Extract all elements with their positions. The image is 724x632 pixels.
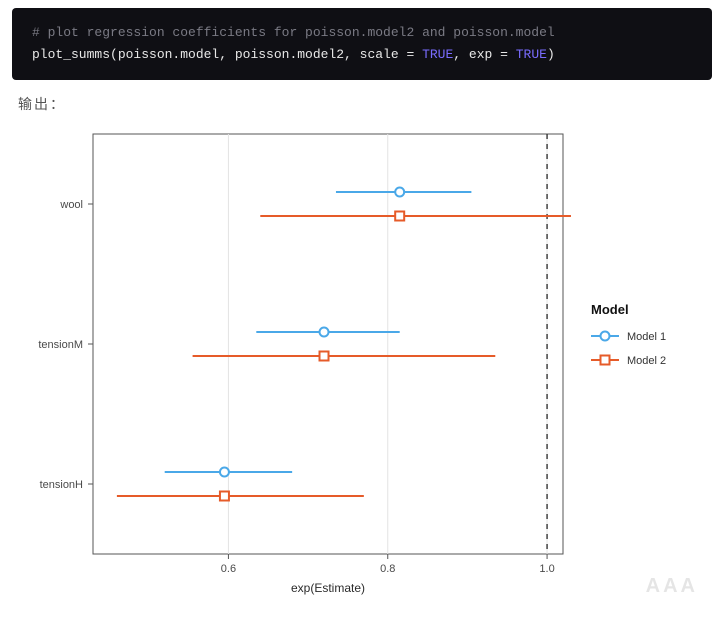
legend-title: Model <box>591 302 629 317</box>
coef-point <box>395 212 404 221</box>
code-block: # plot regression coefficients for poiss… <box>12 8 712 80</box>
code-bool2: TRUE <box>516 47 547 62</box>
coef-plot: 0.6 0.8 1.0 wool tensionM tensionH exp(Estimat… <box>18 122 708 602</box>
legend-label: Model 1 <box>627 331 666 343</box>
chart-container: 0.6 0.8 1.0 wool tensionM tensionH exp(Estimat… <box>18 122 706 602</box>
code-bool1: TRUE <box>422 47 453 62</box>
code-args1: (poisson.model, poisson.model2, scale = <box>110 47 422 62</box>
x-axis-title: exp(Estimate) <box>291 581 365 595</box>
x-tick-label: 0.6 <box>221 563 236 575</box>
y-tick-label: wool <box>59 199 83 211</box>
legend-marker <box>601 356 610 365</box>
code-args2: , exp = <box>453 47 515 62</box>
code-fn: plot_summs <box>32 47 110 62</box>
y-tick-label: tensionH <box>40 479 83 491</box>
code-comment: # plot regression coefficients for poiss… <box>32 25 555 40</box>
x-tick-label: 1.0 <box>539 563 554 575</box>
plot-panel <box>93 134 563 554</box>
coef-point <box>395 188 404 197</box>
coef-point <box>320 328 329 337</box>
coef-point <box>220 492 229 501</box>
legend-marker <box>601 332 610 341</box>
y-tick-label: tensionM <box>38 339 83 351</box>
output-label: 输出： <box>18 94 706 114</box>
x-tick-label: 0.8 <box>380 563 395 575</box>
coef-point <box>220 468 229 477</box>
legend-label: Model 2 <box>627 355 666 367</box>
coef-point <box>320 352 329 361</box>
code-args3: ) <box>547 47 555 62</box>
